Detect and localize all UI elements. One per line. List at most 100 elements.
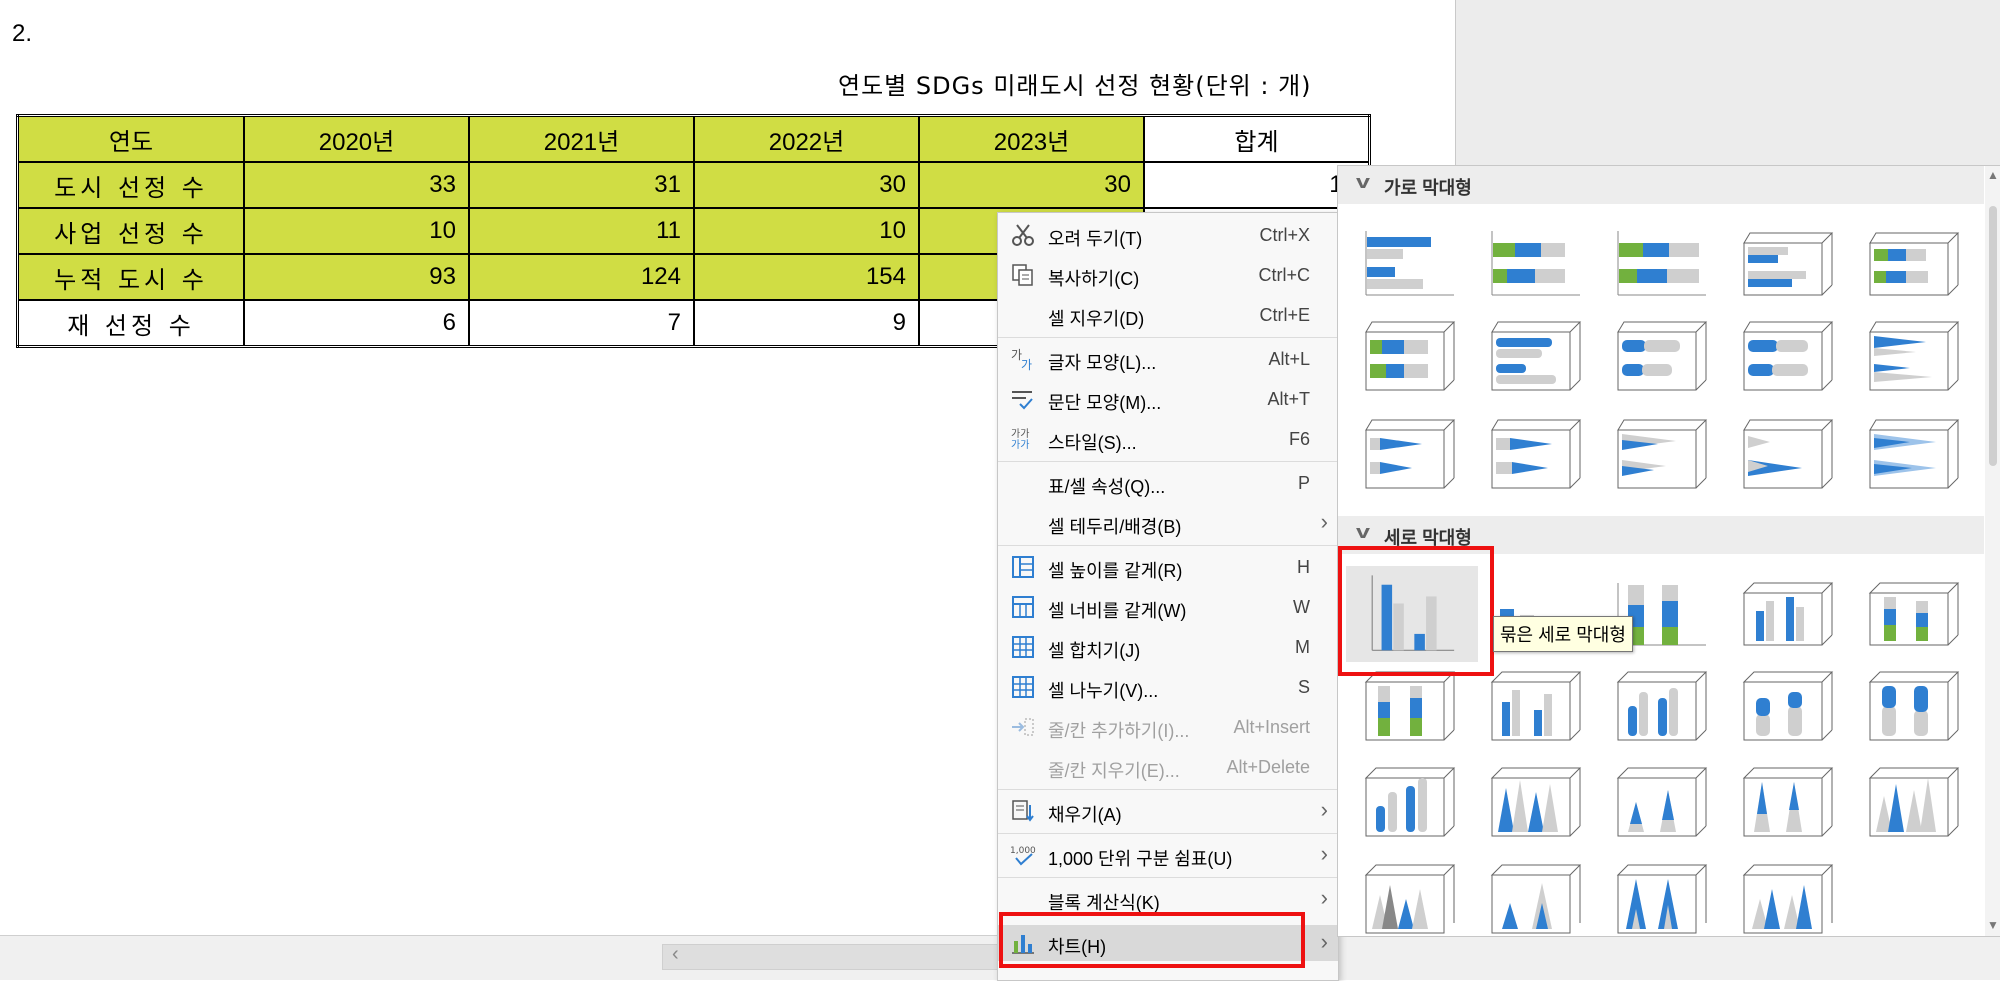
table-header-cell[interactable]: 2023년 [918, 114, 1145, 163]
section-header-vertical-bar[interactable]: v 세로 막대형 [1338, 516, 1984, 554]
table-cell[interactable]: 6 [243, 299, 470, 348]
table-cell[interactable]: 30 [693, 161, 920, 209]
chart-type-clustered-cylinder[interactable] [1614, 666, 1710, 748]
chart-type-clustered-cone[interactable] [1488, 762, 1584, 844]
chart-type-clustered-pyramid-bar[interactable] [1614, 414, 1710, 496]
chevron-right-icon: › [1320, 929, 1328, 954]
menu-item-cell-border[interactable]: 셀 테두리/배경(B) › [998, 505, 1338, 541]
table-cell[interactable]: 30 [918, 161, 1145, 209]
paragraph-shape-icon [1012, 391, 1033, 410]
chart-type-100-stacked-cone-bar[interactable] [1488, 414, 1584, 496]
chart-type-3d-stacked-column[interactable] [1866, 571, 1962, 653]
menu-item-equal-width[interactable]: 셀 너비를 같게(W) W [998, 589, 1338, 625]
menu-item-label: 셀 너비를 같게(W) [1048, 601, 1187, 621]
chart-type-clustered-cone-bar[interactable] [1866, 316, 1962, 398]
table-header-cell[interactable]: 2022년 [693, 114, 920, 163]
chart-type-3d-pyramid[interactable] [1740, 859, 1836, 941]
table-header-cell[interactable]: 2021년 [468, 114, 695, 163]
menu-item-table-properties[interactable]: 표/셀 속성(Q)... P [998, 465, 1338, 501]
table-cell[interactable]: 10 [243, 207, 470, 255]
chart-type-3d-100-stacked-column[interactable] [1362, 666, 1458, 748]
chevron-right-icon: › [1320, 509, 1328, 534]
equal-height-icon [1012, 556, 1034, 578]
chart-type-100-stacked-pyramid-bar[interactable] [1866, 414, 1962, 496]
table-cell[interactable]: 7 [468, 299, 695, 348]
table-cell[interactable]: 11 [468, 207, 695, 255]
table-cell[interactable]: 124 [468, 253, 695, 301]
table-header-cell[interactable]: 합계 [1143, 114, 1371, 163]
table-cell[interactable]: 154 [693, 253, 920, 301]
row-label[interactable]: 도시 선정 수 [16, 161, 245, 209]
chart-type-100-stacked-cone[interactable] [1740, 762, 1836, 844]
section-title: 가로 막대형 [1384, 178, 1472, 198]
chart-type-stacked-pyramid-bar[interactable] [1740, 414, 1836, 496]
row-label[interactable]: 누적 도시 수 [16, 253, 245, 301]
chart-type-3d-100-stacked-bar[interactable] [1362, 316, 1458, 398]
menu-item-chart[interactable]: 차트(H) › [998, 925, 1338, 961]
table-cell[interactable]: 31 [468, 161, 695, 209]
chart-type-3d-clustered-bar[interactable] [1740, 221, 1836, 303]
chart-type-stacked-cone[interactable] [1614, 762, 1710, 844]
menu-item-char-shape[interactable]: 가가 글자 모양(L)... Alt+L [998, 341, 1338, 377]
menu-item-copy[interactable]: 복사하기(C) Ctrl+C [998, 257, 1338, 293]
menu-item-label: 복사하기(C) [1048, 269, 1140, 289]
chart-type-3d-column[interactable] [1488, 666, 1584, 748]
table-cell[interactable]: 93 [243, 253, 470, 301]
section-title: 세로 막대형 [1384, 528, 1472, 548]
menu-item-shortcut: Alt+T [1267, 389, 1310, 409]
chart-type-3d-stacked-bar[interactable] [1866, 221, 1962, 303]
svg-text:가가: 가가 [1011, 428, 1029, 440]
menu-item-split-cells[interactable]: 셀 나누기(V)... S [998, 669, 1338, 705]
chevron-right-icon: › [1320, 797, 1328, 822]
chart-type-100-stacked-cylinder[interactable] [1866, 666, 1962, 748]
chart-type-clustered-column[interactable] [1346, 566, 1478, 662]
chart-type-100-stacked-cylinder-bar[interactable] [1740, 316, 1836, 398]
chart-type-clustered-cylinder-bar[interactable] [1488, 316, 1584, 398]
section-header-horizontal-bar[interactable]: v 가로 막대형 [1338, 166, 1984, 204]
scroll-down-icon[interactable]: ▼ [1987, 918, 1999, 932]
chart-type-stacked-cone-bar[interactable] [1362, 414, 1458, 496]
menu-separator [998, 545, 1338, 546]
chart-type-stacked-cylinder-bar[interactable] [1614, 316, 1710, 398]
table-cell[interactable]: 33 [243, 161, 470, 209]
chart-type-stacked-pyramid[interactable] [1488, 859, 1584, 941]
menu-item-paragraph-shape[interactable]: 문단 모양(M)... Alt+T [998, 381, 1338, 417]
table-cell[interactable]: 10 [693, 207, 920, 255]
menu-item-equal-height[interactable]: 셀 높이를 같게(R) H [998, 549, 1338, 585]
chart-type-100-stacked-pyramid[interactable] [1614, 859, 1710, 941]
chart-type-clustered-pyramid[interactable] [1362, 859, 1458, 941]
table-cell[interactable]: 12 [1143, 161, 1371, 209]
scrollbar-thumb[interactable] [1989, 206, 1997, 466]
horizontal-scrollbar[interactable] [662, 944, 1004, 970]
row-label[interactable]: 사업 선정 수 [16, 207, 245, 255]
menu-item-merge-cells[interactable]: 셀 합치기(J) M [998, 629, 1338, 665]
equal-width-icon [1012, 596, 1034, 618]
table-header-cell[interactable]: 연도 [16, 114, 245, 163]
menu-item-style[interactable]: 가가 가가 스타일(S)... F6 [998, 421, 1338, 457]
menu-item-block-formula[interactable]: 블록 계산식(K) › [998, 881, 1338, 917]
scissors-icon [1012, 224, 1034, 246]
chart-icon [1012, 935, 1034, 954]
chart-type-clustered-bar[interactable] [1362, 221, 1458, 303]
menu-item-shortcut: W [1293, 597, 1310, 617]
chart-type-100-stacked-bar[interactable] [1614, 221, 1710, 303]
menu-item-label: 셀 지우기(D) [1048, 309, 1145, 329]
chart-type-stacked-bar[interactable] [1488, 221, 1584, 303]
chart-type-3d-clustered-column[interactable] [1740, 571, 1836, 653]
scroll-left-icon[interactable]: ‹ [672, 943, 679, 966]
merge-cells-icon [1012, 636, 1034, 658]
table-header-cell[interactable]: 2020년 [243, 114, 470, 163]
scroll-up-icon[interactable]: ▲ [1987, 168, 1999, 182]
vertical-scrollbar[interactable]: ▲ ▼ [1985, 166, 2000, 936]
menu-item-fill[interactable]: 채우기(A) › [998, 793, 1338, 829]
chart-type-3d-cone[interactable] [1866, 762, 1962, 844]
chart-type-3d-cylinder[interactable] [1362, 762, 1458, 844]
menu-item-clear-cell[interactable]: 셀 지우기(D) Ctrl+E [998, 297, 1338, 333]
table-cell[interactable]: 9 [693, 299, 920, 348]
menu-item-cut[interactable]: 오려 두기(T) Ctrl+X [998, 217, 1338, 253]
menu-item-label: 오려 두기(T) [1048, 229, 1143, 249]
row-label[interactable]: 재 선정 수 [16, 299, 245, 348]
table-caption: 연도별 SDGs 미래도시 선정 현황(단위 : 개) [838, 72, 1312, 100]
menu-item-thousands-separator[interactable]: 1,000 1,000 단위 구분 쉼표(U) › [998, 837, 1338, 873]
chart-type-stacked-cylinder[interactable] [1740, 666, 1836, 748]
